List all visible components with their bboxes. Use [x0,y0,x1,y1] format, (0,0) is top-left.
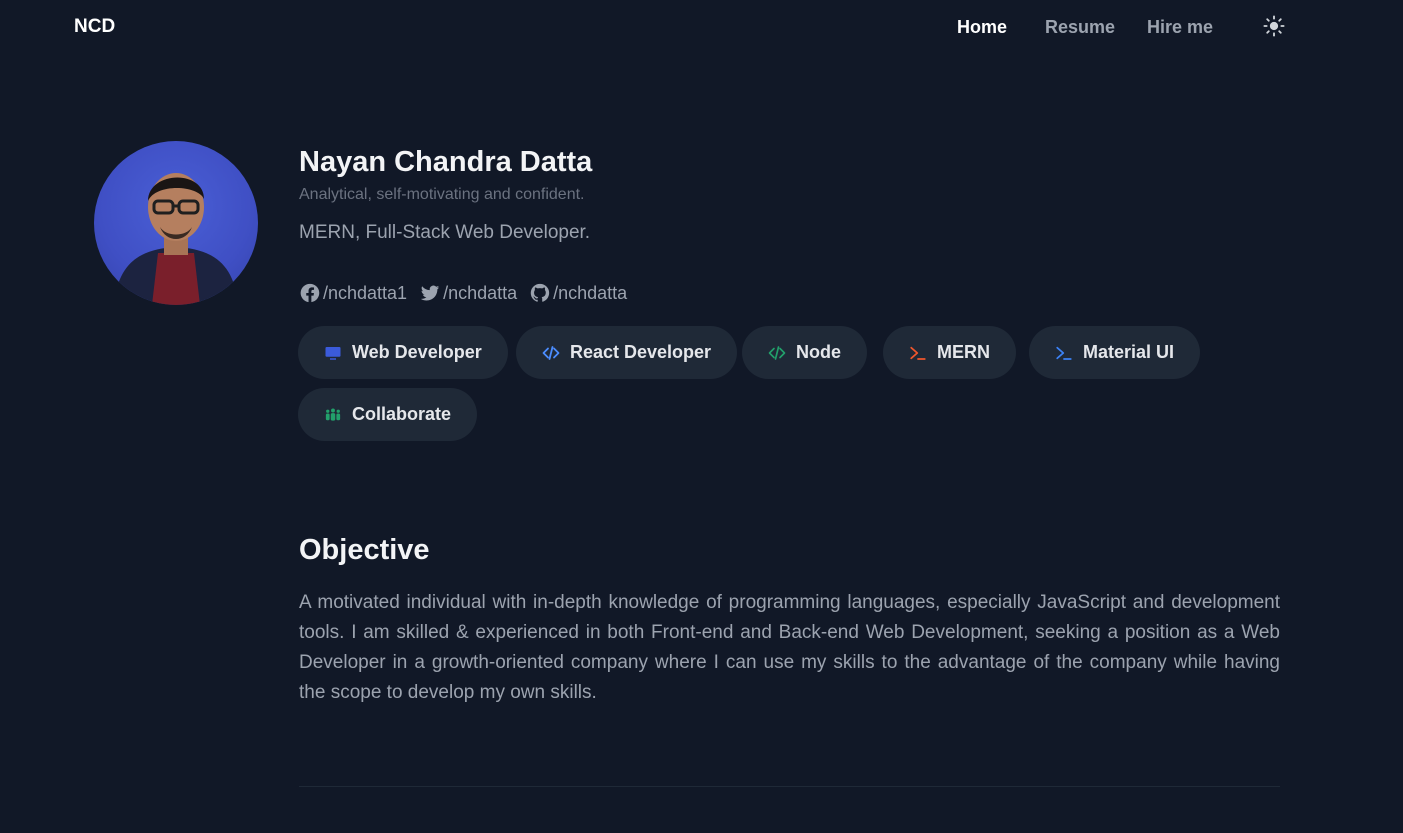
nav-home[interactable]: Home [957,17,1007,38]
social-links: /nchdatta1 /nchdatta /nchdatta [299,281,627,305]
chip-node[interactable]: Node [742,326,867,379]
terminal-icon [1056,346,1072,360]
terminal-icon [910,346,926,360]
github-handle: /nchdatta [553,282,628,303]
chip-collaborate[interactable]: Collaborate [298,388,478,441]
objective-heading: Objective [299,534,430,566]
main-nav: Home Resume Hire me [0,17,1403,41]
chip-react-developer[interactable]: React Developer [516,326,738,379]
monitor-icon [325,346,341,360]
twitter-icon [420,285,440,301]
facebook-link[interactable]: /nchdatta1 [299,282,407,304]
code-icon [542,345,560,360]
chip-web-developer[interactable]: Web Developer [298,326,508,379]
code-icon [768,345,786,360]
section-divider [299,786,1280,787]
objective-text: A motivated individual with in-depth kno… [299,592,1280,703]
twitter-link[interactable]: /nchdatta [419,282,517,304]
chip-material-ui[interactable]: Material UI [1029,326,1201,379]
profile-tagline: Analytical, self-motivating and confiden… [299,186,585,203]
nav-hire-me[interactable]: Hire me [1147,17,1213,38]
github-icon [530,283,550,302]
profile-name: Nayan Chandra Datta [299,146,593,178]
people-icon [325,408,341,421]
nav-resume[interactable]: Resume [1045,17,1115,38]
top-navbar: NCD Home Resume Hire me [0,0,1403,56]
github-link[interactable]: /nchdatta [529,282,627,304]
profile-avatar [94,141,258,305]
profile-role: MERN, Full-Stack Web Developer. [299,222,591,243]
facebook-icon [300,283,320,303]
chip-mern[interactable]: MERN [883,326,1016,379]
person-photo-icon [114,173,238,305]
facebook-handle: /nchdatta1 [323,282,408,303]
theme-toggle-button[interactable] [1262,14,1286,38]
sun-icon [1263,15,1285,37]
twitter-handle: /nchdatta [443,282,518,303]
